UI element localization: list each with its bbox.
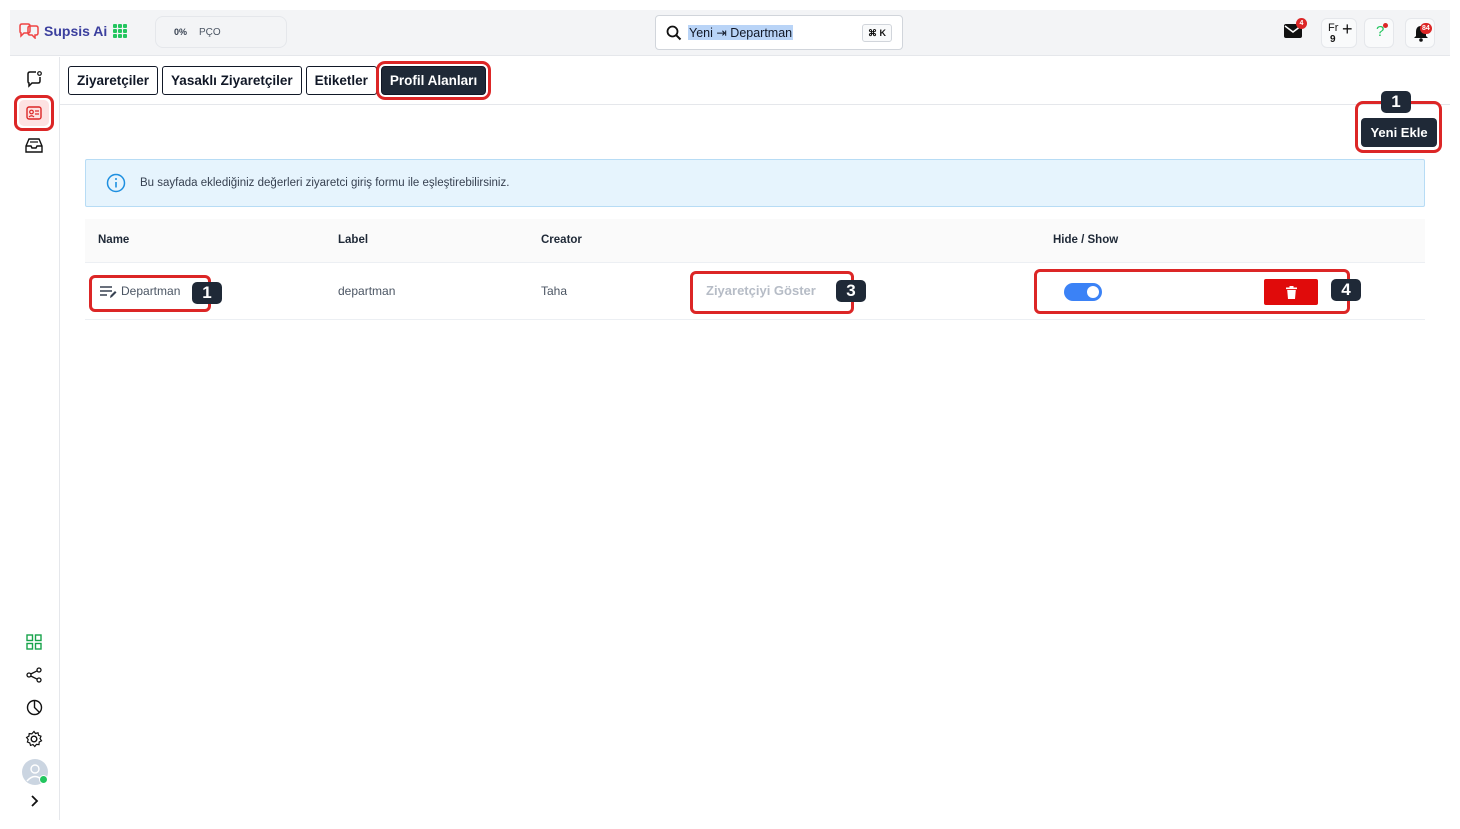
- show-visitor-button[interactable]: Ziyaretçiyi Göster: [706, 283, 816, 298]
- toggle-knob: [1087, 286, 1099, 298]
- inbox-icon: [25, 138, 43, 153]
- search-icon: [666, 25, 682, 40]
- language-button[interactable]: Fr 9 +: [1321, 18, 1357, 48]
- logo-icon: [19, 23, 39, 39]
- sidebar-item-integrations[interactable]: [24, 665, 44, 685]
- sidebar-item-inbox[interactable]: [24, 135, 44, 155]
- step-marker-actions: 4: [1331, 279, 1361, 301]
- progress-percent: 0%: [174, 27, 188, 37]
- apps-grid-icon[interactable]: [113, 24, 127, 38]
- top-bar: Supsis Ai 0% PÇO Yeni ⇥ Departman ⌘ K 4 …: [10, 10, 1450, 56]
- sidebar-item-chat[interactable]: [24, 69, 44, 89]
- row-creator: Taha: [541, 284, 568, 298]
- plus-icon: +: [1342, 19, 1353, 39]
- step-marker-show: 3: [836, 280, 866, 302]
- delete-button[interactable]: [1264, 279, 1318, 305]
- search-value: Yeni ⇥ Departman: [688, 25, 794, 40]
- column-name: Name: [98, 234, 130, 246]
- notifications-button[interactable]: 84: [1405, 18, 1435, 48]
- info-icon: [106, 173, 126, 193]
- help-button[interactable]: ?: [1364, 18, 1394, 48]
- tab-bar: Ziyaretçiler Yasaklı Ziyaretçiler Etiket…: [68, 61, 492, 100]
- brand-name: Supsis Ai: [44, 23, 108, 39]
- tab-profile-fields[interactable]: Profil Alanları: [375, 61, 492, 100]
- report-icon: [26, 699, 42, 715]
- brand-logo[interactable]: Supsis Ai: [18, 23, 107, 39]
- search-input[interactable]: Yeni ⇥ Departman ⌘ K: [655, 15, 903, 50]
- sidebar-item-apps[interactable]: [24, 632, 44, 652]
- trash-icon: [1285, 285, 1297, 299]
- sidebar-item-settings[interactable]: [24, 729, 44, 749]
- add-new-button[interactable]: Yeni Ekle: [1361, 118, 1437, 147]
- chevron-right-icon: [31, 795, 39, 807]
- mail-badge: 4: [1296, 18, 1307, 29]
- info-alert: Bu sayfada eklediğiniz değerleri ziyaret…: [85, 159, 1425, 207]
- visibility-toggle[interactable]: [1064, 283, 1102, 301]
- row-label: departman: [338, 284, 396, 298]
- info-text: Bu sayfada eklediğiniz değerleri ziyaret…: [140, 177, 510, 189]
- row-name[interactable]: Departman: [121, 284, 180, 298]
- progress-label: PÇO: [199, 26, 221, 38]
- edit-list-icon[interactable]: [100, 285, 117, 299]
- tab-banned-visitors[interactable]: Yasaklı Ziyaretçiler: [162, 66, 302, 95]
- sidebar-item-visitors[interactable]: [24, 103, 44, 123]
- apps-icon: [26, 634, 42, 650]
- online-status-dot: [39, 775, 48, 784]
- tabs-divider: [60, 104, 1450, 105]
- tab-tags[interactable]: Etiketler: [305, 66, 377, 95]
- sidebar-expand-button[interactable]: [24, 791, 44, 811]
- chat-icon: [27, 71, 42, 88]
- column-creator: Creator: [541, 234, 582, 246]
- mail-button[interactable]: 4: [1284, 18, 1307, 40]
- column-label: Label: [338, 234, 369, 246]
- share-icon: [26, 667, 42, 683]
- search-shortcut: ⌘ K: [862, 24, 892, 42]
- sidebar-item-reports[interactable]: [24, 697, 44, 717]
- column-hide-show: Hide / Show: [1053, 234, 1119, 246]
- step-marker-new: 1: [1381, 91, 1411, 113]
- table-header: Name Label Creator Hide / Show: [85, 219, 1425, 263]
- language-code: Fr: [1328, 22, 1339, 34]
- profile-fields-table: Name Label Creator Hide / Show Departman…: [85, 219, 1425, 320]
- notifications-badge: 84: [1420, 23, 1432, 34]
- table-row: Departman 1 departman Taha Ziyaretçiyi G…: [85, 263, 1425, 320]
- tab-visitors[interactable]: Ziyaretçiler: [68, 66, 159, 95]
- left-sidebar: [10, 57, 60, 820]
- settings-icon: [25, 730, 43, 748]
- language-number: 9: [1330, 34, 1336, 45]
- progress-indicator[interactable]: 0% PÇO: [155, 16, 287, 48]
- step-marker-name: 1: [192, 282, 222, 304]
- contact-card-icon: [26, 106, 42, 120]
- help-dot: [1383, 23, 1388, 28]
